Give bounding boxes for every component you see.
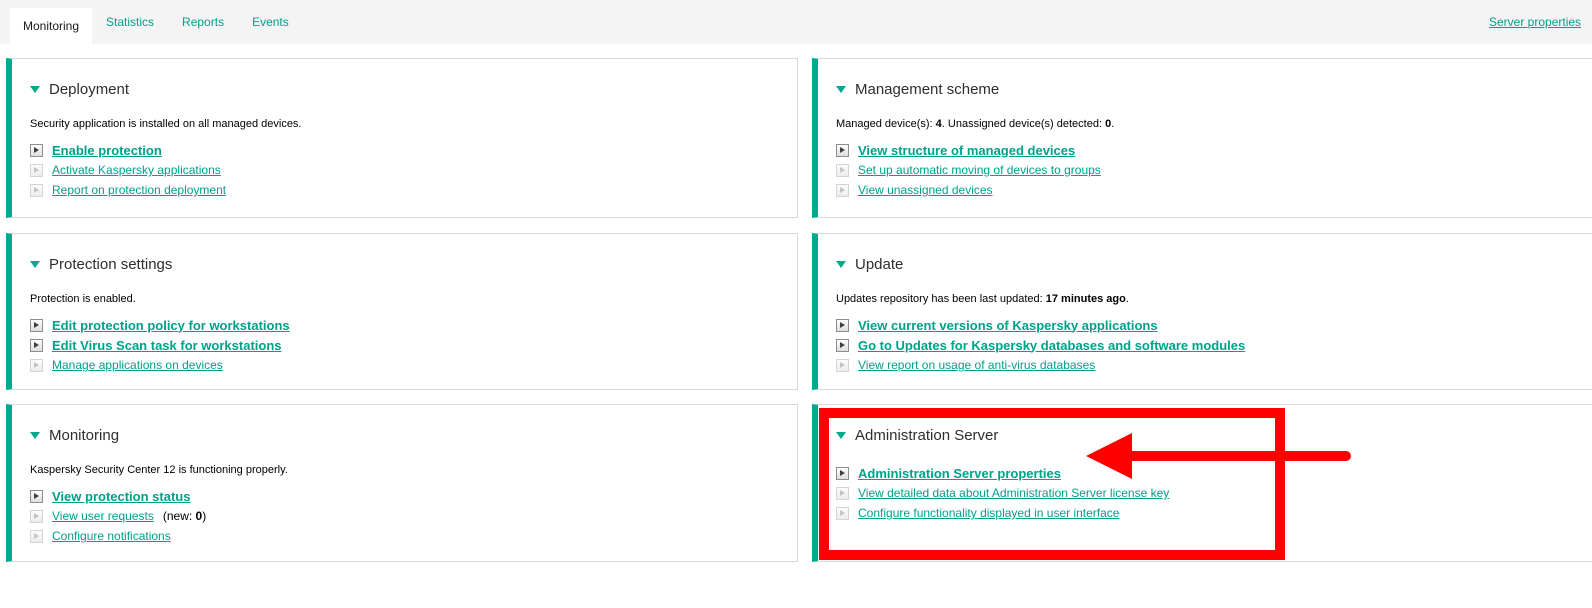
link-suffix-text: (new: 0) [162, 509, 207, 523]
panel-title: Administration Server [855, 426, 999, 444]
panel-link-view-protection-status[interactable]: View protection status [52, 489, 190, 504]
run-arrow-icon[interactable] [30, 358, 43, 372]
collapse-triangle-icon[interactable] [30, 260, 40, 268]
run-arrow-icon[interactable] [836, 318, 849, 332]
panel-link-configure-functionality-displayed-in-user-interface[interactable]: Configure functionality displayed in use… [858, 506, 1119, 520]
link-row: Edit protection policy for workstations [30, 315, 779, 335]
link-row: View current versions of Kaspersky appli… [836, 315, 1592, 335]
panel-link-configure-notifications[interactable]: Configure notifications [52, 529, 171, 543]
panel-title: Monitoring [49, 426, 120, 444]
collapse-triangle-icon[interactable] [30, 85, 40, 93]
panel-link-activate-kaspersky-applications[interactable]: Activate Kaspersky applications [52, 163, 221, 177]
panel-protection-settings: Protection settings Protection is enable… [6, 233, 798, 390]
panel-link-enable-protection[interactable]: Enable protection [52, 143, 162, 158]
run-arrow-icon[interactable] [30, 143, 43, 157]
run-arrow-icon[interactable] [30, 318, 43, 332]
run-arrow-icon[interactable] [836, 163, 849, 177]
link-row: View unassigned devices [836, 180, 1592, 200]
collapse-triangle-icon[interactable] [836, 431, 846, 439]
panel-link-manage-applications-on-devices[interactable]: Manage applications on devices [52, 358, 223, 372]
panel-title: Management scheme [855, 80, 1000, 98]
run-arrow-icon[interactable] [30, 529, 43, 543]
panel-management-scheme: Management scheme Managed device(s): 4. … [812, 58, 1592, 218]
panel-header: Monitoring [30, 426, 779, 444]
panel-link-view-user-requests[interactable]: View user requests [52, 509, 154, 523]
panel-link-set-up-automatic-moving-of-devices-to-groups[interactable]: Set up automatic moving of devices to gr… [858, 163, 1101, 177]
tab-reports[interactable]: Reports [168, 0, 238, 44]
run-arrow-icon[interactable] [836, 338, 849, 352]
run-arrow-icon[interactable] [30, 183, 43, 197]
link-row: View structure of managed devices [836, 140, 1592, 160]
panel-header: Update [836, 255, 1592, 273]
link-row: Configure functionality displayed in use… [836, 503, 1592, 523]
link-row: View user requests (new: 0) [30, 506, 779, 526]
panel-title: Deployment [49, 80, 130, 98]
run-arrow-icon[interactable] [836, 183, 849, 197]
panel-status-text: Protection is enabled. [30, 293, 136, 305]
panel-monitoring: Monitoring Kaspersky Security Center 12 … [6, 404, 798, 562]
panel-link-administration-server-properties[interactable]: Administration Server properties [858, 466, 1061, 481]
link-row: Activate Kaspersky applications [30, 160, 779, 180]
panel-links: Enable protection Activate Kaspersky appl… [30, 140, 779, 200]
link-row: View report on usage of anti-virus datab… [836, 355, 1592, 375]
collapse-triangle-icon[interactable] [836, 85, 846, 93]
run-arrow-icon[interactable] [30, 509, 43, 523]
panel-status-text: Updates repository has been last updated… [836, 293, 1129, 305]
panel-administration-server: Administration Server Administration Ser… [812, 404, 1592, 562]
tab-strip: Monitoring Statistics Reports Events [10, 0, 303, 44]
panel-link-view-current-versions-of-kaspersky-applications[interactable]: View current versions of Kaspersky appli… [858, 318, 1158, 333]
link-row: View protection status [30, 486, 779, 506]
panel-header: Administration Server [836, 426, 1592, 444]
tab-bar: Monitoring Statistics Reports Events Server… [0, 0, 1592, 44]
run-arrow-icon[interactable] [836, 506, 849, 520]
panel-link-view-structure-of-managed-devices[interactable]: View structure of managed devices [858, 143, 1075, 158]
panel-status-text: Kaspersky Security Center 12 is function… [30, 464, 288, 476]
panel-links: View current versions of Kaspersky appli… [836, 315, 1592, 375]
panel-link-view-unassigned-devices[interactable]: View unassigned devices [858, 183, 993, 197]
run-arrow-icon[interactable] [836, 358, 849, 372]
link-row: Configure notifications [30, 526, 779, 546]
tab-events[interactable]: Events [238, 0, 303, 44]
panel-update: Update Updates repository has been last … [812, 233, 1592, 390]
link-row: Enable protection [30, 140, 779, 160]
panel-status-text: Managed device(s): 4. Unassigned device(… [836, 118, 1115, 130]
link-row: Go to Updates for Kaspersky databases an… [836, 335, 1592, 355]
panel-header: Deployment [30, 80, 779, 98]
panel-title: Protection settings [49, 255, 173, 273]
run-arrow-icon[interactable] [836, 143, 849, 157]
panel-link-edit-protection-policy-for-workstations[interactable]: Edit protection policy for workstations [52, 318, 290, 333]
panel-links: View structure of managed devices Set up … [836, 140, 1592, 200]
panel-links: View protection status View user requests… [30, 486, 779, 546]
run-arrow-icon[interactable] [836, 466, 849, 480]
run-arrow-icon[interactable] [836, 486, 849, 500]
panel-link-view-detailed-data-about-administration-server-license-key[interactable]: View detailed data about Administration … [858, 486, 1169, 500]
run-arrow-icon[interactable] [30, 489, 43, 503]
panel-link-report-on-protection-deployment[interactable]: Report on protection deployment [52, 183, 226, 197]
link-row: Report on protection deployment [30, 180, 779, 200]
link-row: Administration Server properties [836, 463, 1592, 483]
panel-link-go-to-updates-for-kaspersky-databases-and-software-modules[interactable]: Go to Updates for Kaspersky databases an… [858, 338, 1245, 353]
panel-status-text: Security application is installed on all… [30, 118, 302, 130]
panel-title: Update [855, 255, 904, 273]
panel-link-view-report-on-usage-of-anti-virus-databases[interactable]: View report on usage of anti-virus datab… [858, 358, 1095, 372]
server-properties-link[interactable]: Server properties [1489, 15, 1581, 29]
panel-links: Administration Server properties View det… [836, 463, 1592, 523]
link-row: Set up automatic moving of devices to gr… [836, 160, 1592, 180]
collapse-triangle-icon[interactable] [836, 260, 846, 268]
panel-deployment: Deployment Security application is insta… [6, 58, 798, 218]
link-row: Edit Virus Scan task for workstations [30, 335, 779, 355]
panel-header: Protection settings [30, 255, 779, 273]
link-row: View detailed data about Administration … [836, 483, 1592, 503]
panel-link-edit-virus-scan-task-for-workstations[interactable]: Edit Virus Scan task for workstations [52, 338, 282, 353]
run-arrow-icon[interactable] [30, 163, 43, 177]
run-arrow-icon[interactable] [30, 338, 43, 352]
link-row: Manage applications on devices [30, 355, 779, 375]
tab-statistics[interactable]: Statistics [92, 0, 168, 44]
collapse-triangle-icon[interactable] [30, 431, 40, 439]
tab-monitoring[interactable]: Monitoring [10, 8, 93, 44]
panel-header: Management scheme [836, 80, 1592, 98]
panel-links: Edit protection policy for workstations E… [30, 315, 779, 375]
